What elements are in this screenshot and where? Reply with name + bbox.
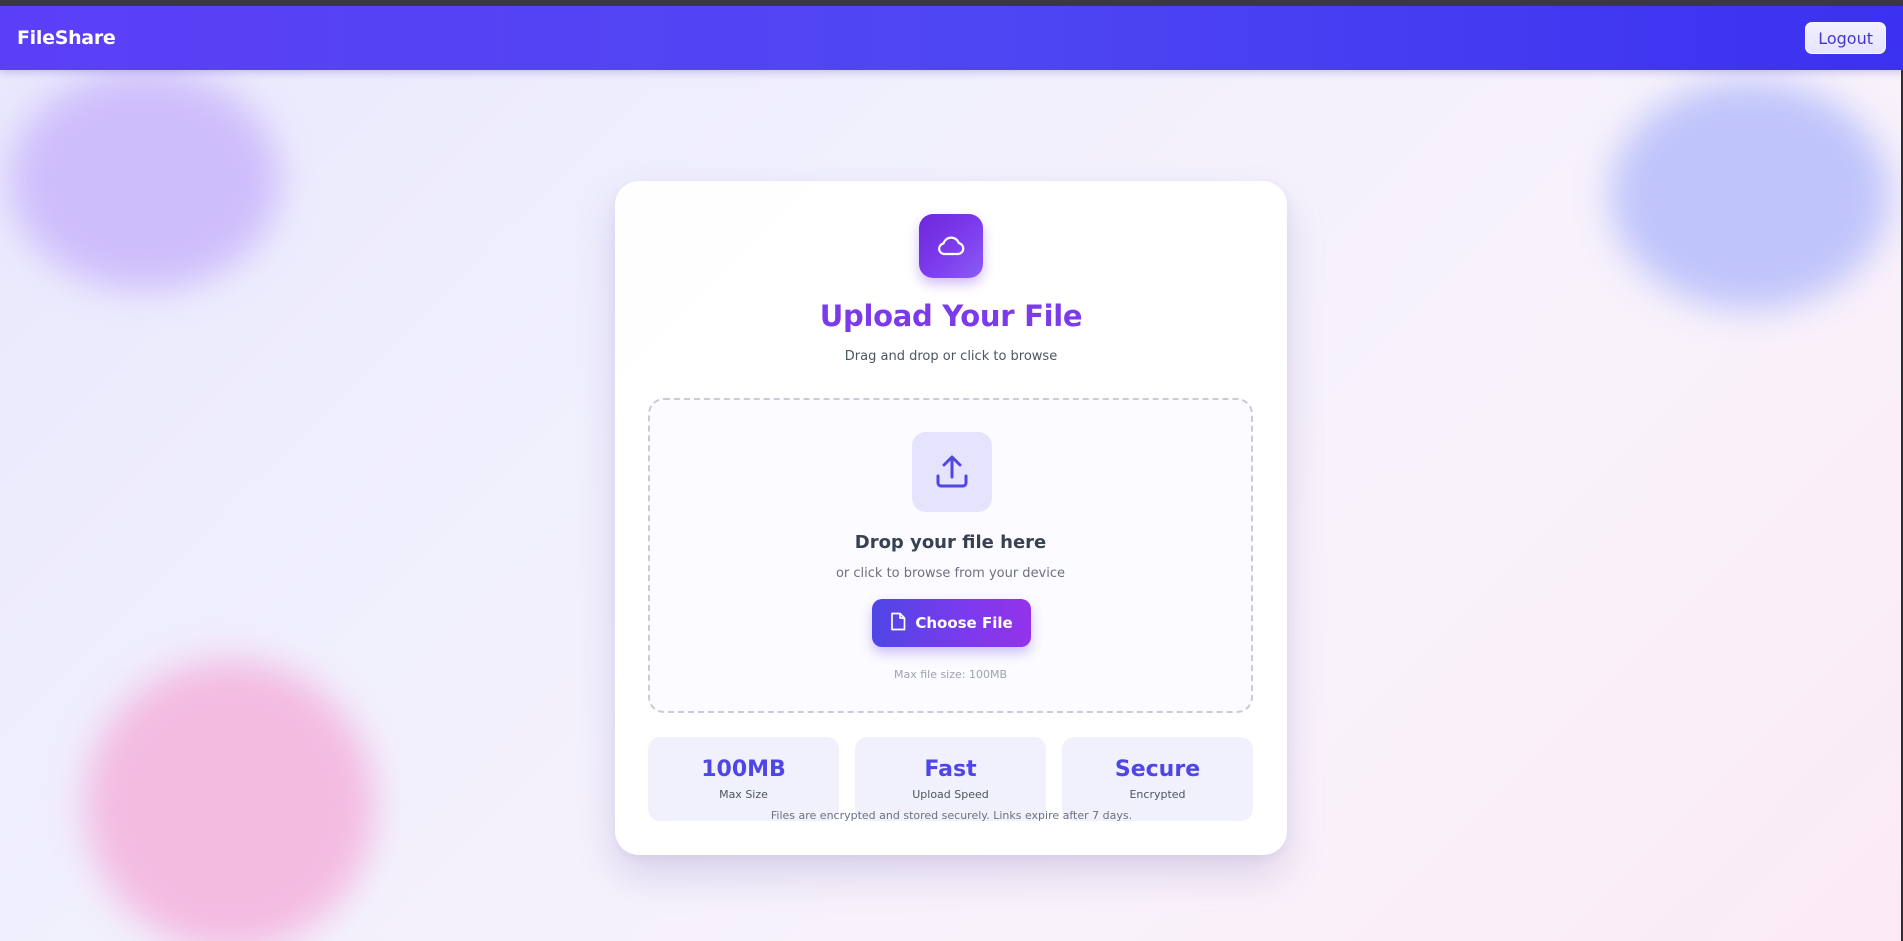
- decorative-blob-pink: [85, 660, 375, 941]
- navbar: FileShare Logout: [0, 6, 1903, 70]
- stat-value: Secure: [1114, 757, 1201, 782]
- decorative-blob-blue: [1610, 80, 1890, 310]
- stat-label: Max Size: [719, 788, 768, 801]
- upload-card: Upload Your File Drag and drop or click …: [615, 181, 1287, 855]
- page-subtitle: Drag and drop or click to browse: [844, 349, 1058, 364]
- stat-value: 100MB: [701, 757, 786, 782]
- brand-logo[interactable]: FileShare: [17, 27, 116, 49]
- page-title: Upload Your File: [819, 299, 1083, 333]
- upload-icon: [912, 432, 992, 512]
- cloud-icon: [919, 214, 983, 278]
- choose-file-label: Choose File: [915, 614, 1013, 632]
- file-icon: [890, 612, 906, 635]
- choose-file-button[interactable]: Choose File: [872, 599, 1031, 647]
- file-dropzone[interactable]: Drop your file here or click to browse f…: [648, 398, 1253, 713]
- decorative-blob-purple: [10, 70, 280, 290]
- max-file-size-note: Max file size: 100MB: [893, 668, 1008, 681]
- footer-note: Files are encrypted and stored securely.…: [770, 809, 1133, 822]
- stat-value: Fast: [924, 757, 977, 782]
- stat-label: Encrypted: [1129, 788, 1186, 801]
- dropzone-subtitle: or click to browse from your device: [835, 566, 1066, 581]
- logout-button[interactable]: Logout: [1805, 22, 1886, 54]
- dropzone-title: Drop your file here: [854, 532, 1047, 553]
- stat-label: Upload Speed: [912, 788, 989, 801]
- main-stage: Upload Your File Drag and drop or click …: [0, 70, 1903, 941]
